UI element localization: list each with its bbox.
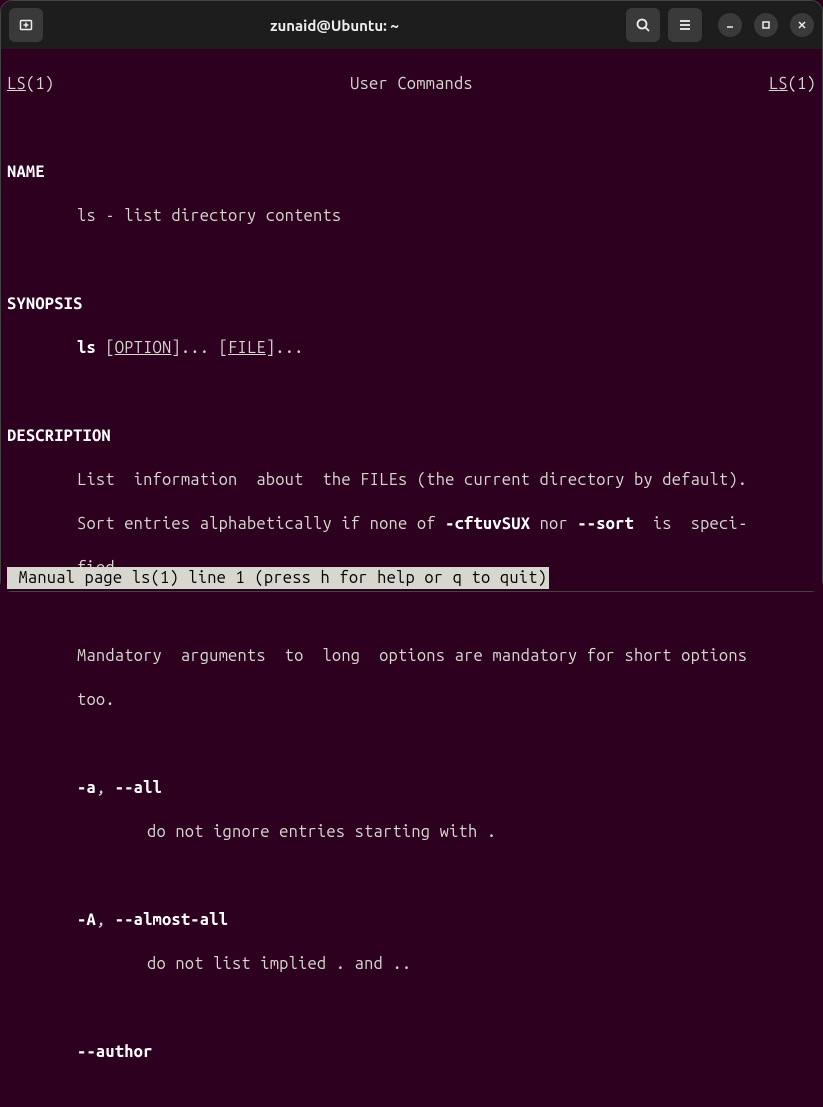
header-left-section: (1) [26,75,54,93]
terminal-viewport[interactable]: LS(1)User CommandsLS(1) NAME ls - list d… [1,49,822,591]
manpage-statusbar: Manual page ls(1) line 1 (press h for he… [7,567,549,589]
blank-line [7,381,816,403]
synopsis-text: [ [96,339,115,357]
synopsis-cmd: ls [77,339,96,357]
option-flag: --all [115,779,162,797]
synopsis-text: ]... [ [171,339,228,357]
minimize-button[interactable] [718,13,742,37]
option-sep: , [96,779,115,797]
maximize-button[interactable] [754,13,778,37]
option-A: -A, --almost-all [7,909,816,931]
blank-line [7,117,816,139]
synopsis-line: ls [OPTION]... [FILE]... [7,337,816,359]
option-flag: --author [77,1043,153,1061]
blank-line [7,601,816,623]
search-icon [635,17,651,33]
header-left-name: LS [7,75,26,93]
header-right-name: LS [769,75,788,93]
window-title: zunaid@Ubuntu: ~ [51,17,618,34]
option-flag: --almost-all [115,911,228,929]
menu-button[interactable] [668,8,702,42]
search-button[interactable] [626,8,660,42]
desc-text: Sort entries alphabetically if none of [77,515,445,533]
option-A-desc: do not list implied . and .. [7,953,816,975]
synopsis-file: FILE [228,339,266,357]
section-synopsis-heading: SYNOPSIS [7,293,816,315]
minimize-icon [725,20,735,30]
option-author: --author [7,1041,816,1063]
desc-text: nor [530,515,577,533]
desc-line: Mandatory arguments to long options are … [7,645,816,667]
close-icon [797,20,807,30]
man-header: LS(1)User CommandsLS(1) [7,73,816,95]
desc-text: is speci‐ [634,515,748,533]
maximize-icon [761,20,771,30]
hamburger-icon [677,17,693,33]
titlebar: zunaid@Ubuntu: ~ [1,1,822,49]
desc-flag: -cftuvSUX [445,515,530,533]
synopsis-text: ]... [266,339,304,357]
desc-flag: --sort [577,515,634,533]
option-sep: , [96,911,115,929]
blank-line [7,865,816,887]
blank-line [7,997,816,1019]
desc-line: List information about the FILEs (the cu… [7,469,816,491]
option-flag: -a [77,779,96,797]
window-controls [718,13,814,37]
option-a-desc: do not ignore entries starting with . [7,821,816,843]
new-tab-button[interactable] [9,8,43,42]
option-flag: -A [77,911,96,929]
close-button[interactable] [790,13,814,37]
section-description-heading: DESCRIPTION [7,425,816,447]
desc-line: Sort entries alphabetically if none of -… [7,513,816,535]
desc-line: too. [7,689,816,711]
option-a: -a, --all [7,777,816,799]
section-name-heading: NAME [7,161,816,183]
new-tab-icon [18,17,34,33]
synopsis-option: OPTION [115,339,172,357]
blank-line [7,249,816,271]
blank-line [7,733,816,755]
name-line: ls - list directory contents [7,205,816,227]
header-center: User Commands [350,73,473,95]
header-right-section: (1) [788,75,816,93]
